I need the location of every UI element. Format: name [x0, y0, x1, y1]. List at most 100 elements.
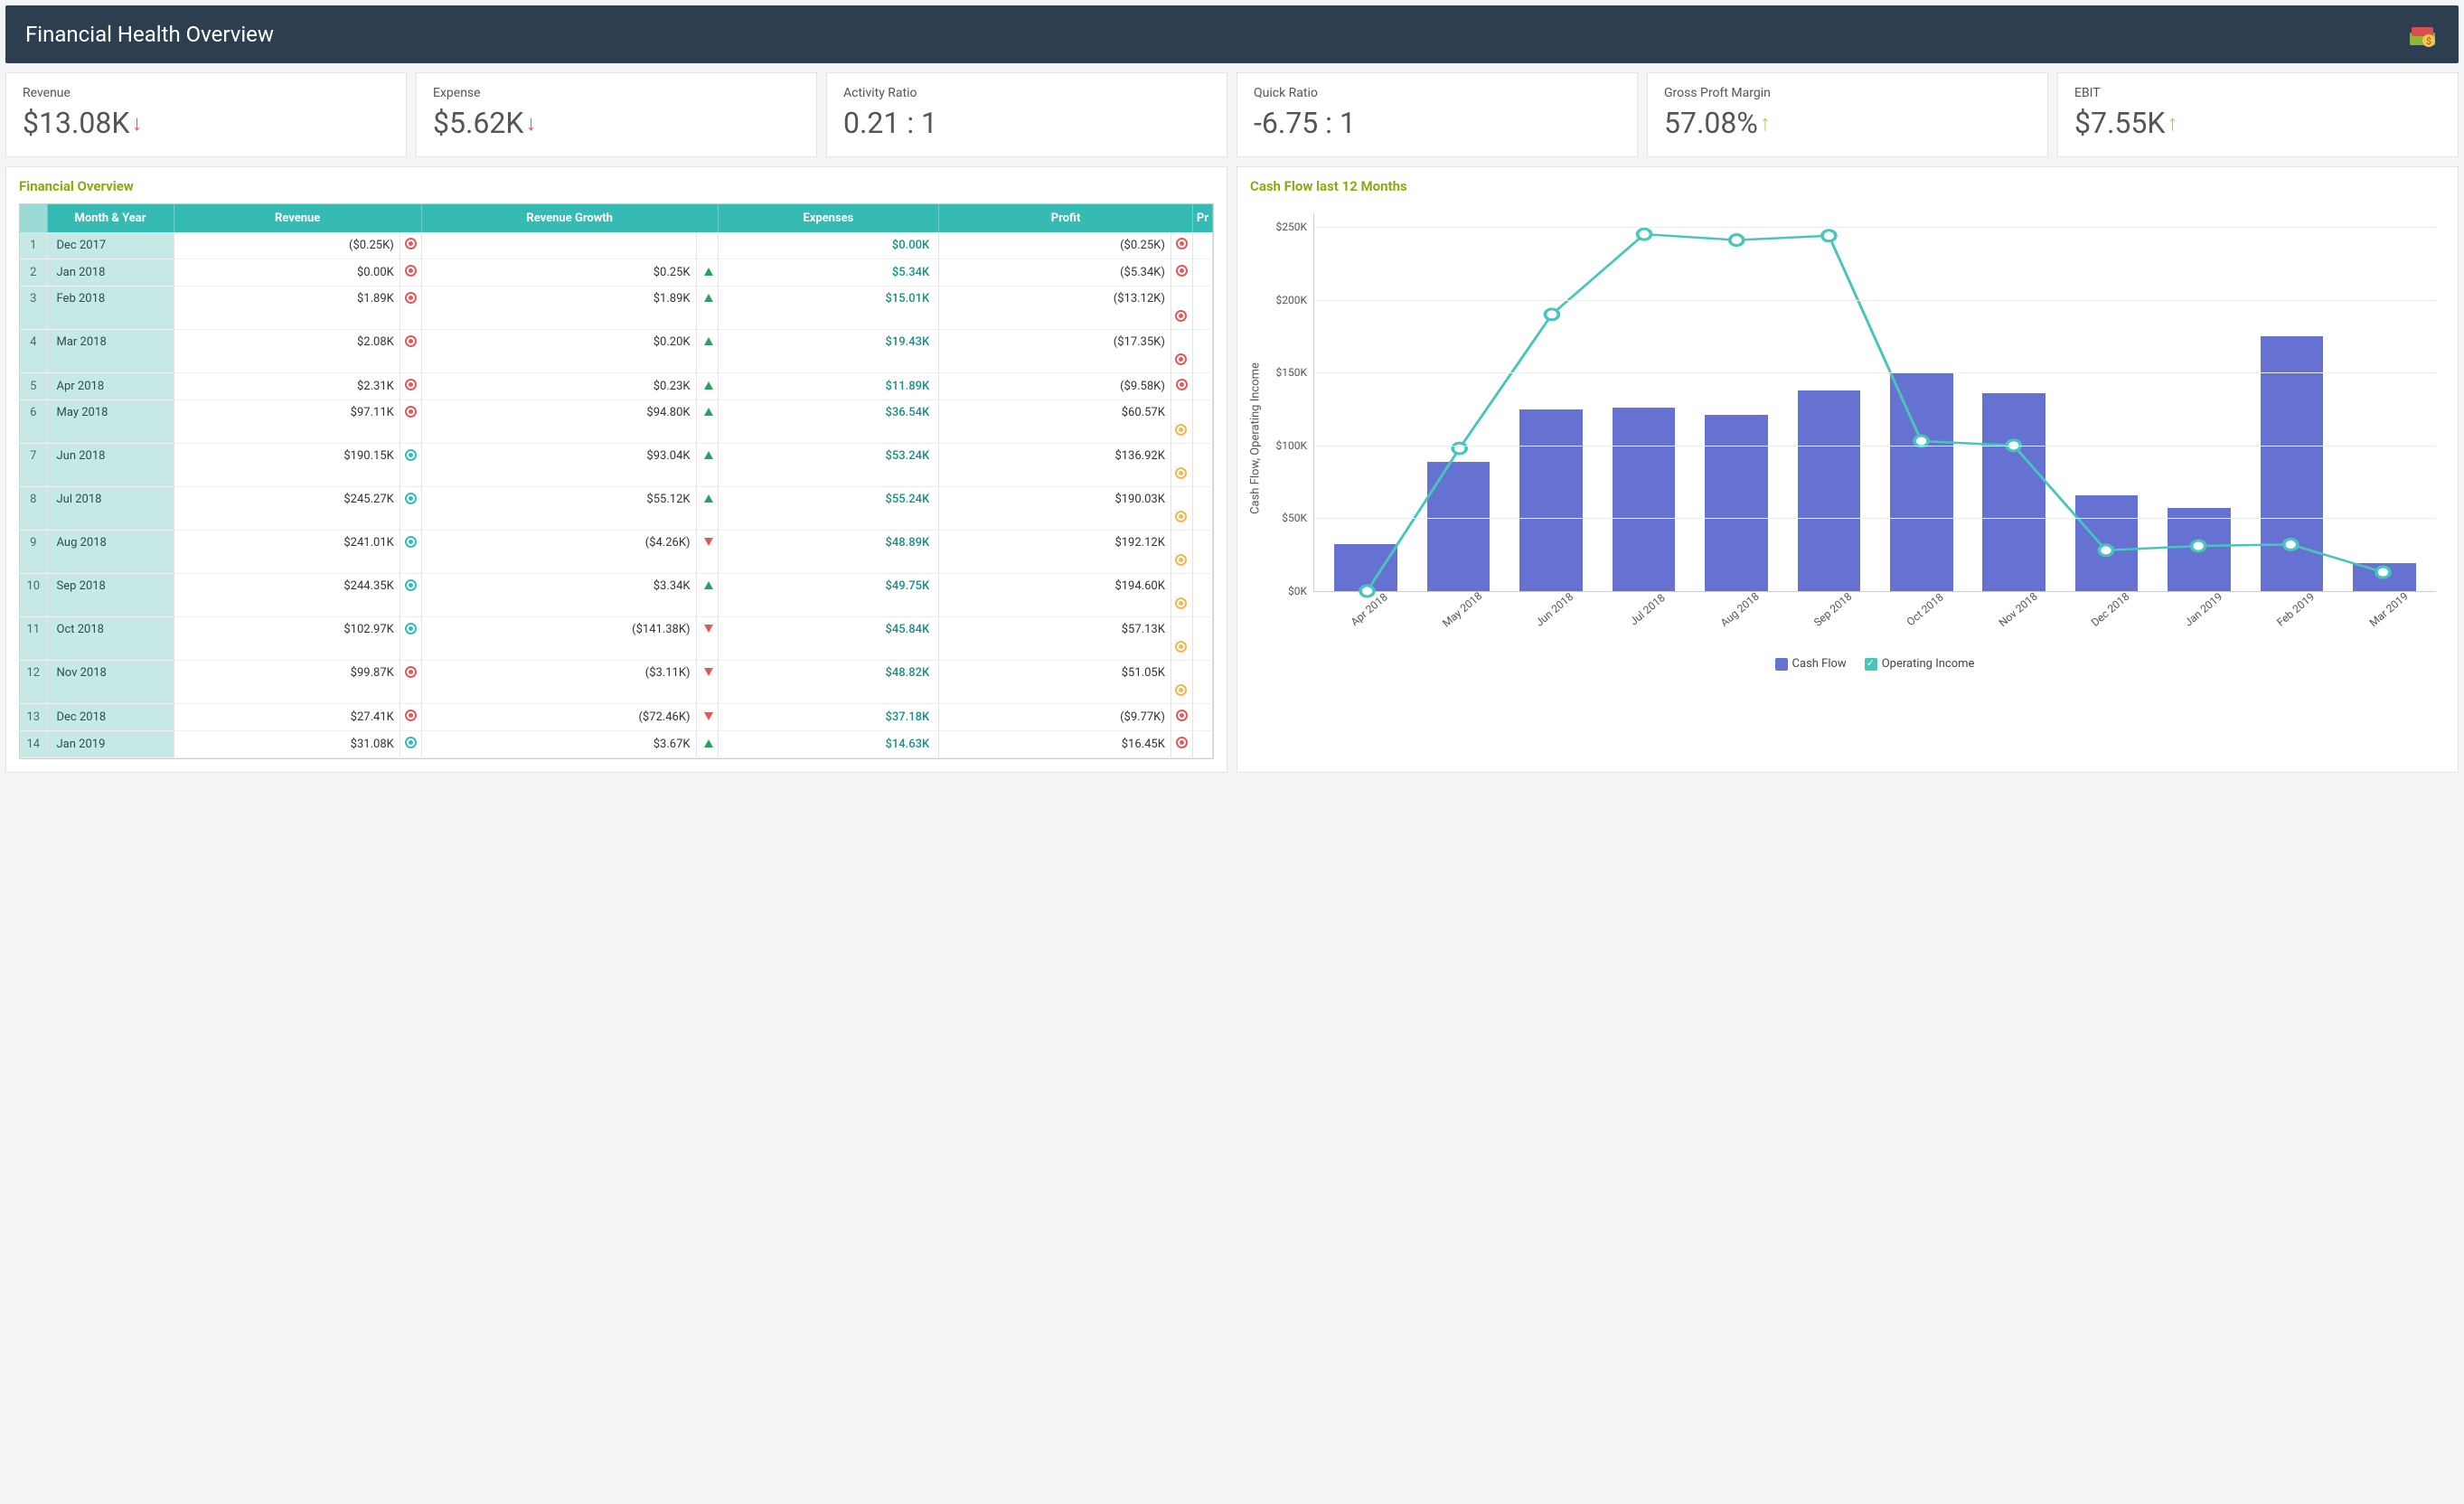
- row-number: 10: [20, 574, 47, 617]
- legend-item-cash-flow[interactable]: Cash Flow: [1775, 657, 1847, 671]
- cell-cutoff: [1192, 400, 1212, 444]
- triangle-down-icon: [704, 538, 713, 546]
- table-row[interactable]: 4Mar 2018$2.08K$0.20K$19.43K($17.35K): [20, 330, 1213, 373]
- revenue-indicator: [400, 287, 421, 330]
- col-header[interactable]: Pr: [1192, 204, 1212, 232]
- growth-direction: [696, 704, 718, 731]
- chart-plot-area: $0K$50K$100K$150K$200K$250K: [1313, 212, 2436, 592]
- cash-flow-chart[interactable]: Cash Flow, Operating Income $0K$50K$100K…: [1250, 203, 2445, 673]
- table-row[interactable]: 11Oct 2018$102.97K($141.38K)$45.84K$57.1…: [20, 617, 1213, 661]
- table-row[interactable]: 5Apr 2018$2.31K$0.23K$11.89K($9.58K): [20, 373, 1213, 400]
- indicator-red-icon: [405, 238, 417, 249]
- cell-revenue: $31.08K: [174, 731, 400, 758]
- line-point[interactable]: [1730, 235, 1744, 246]
- kpi-card[interactable]: Activity Ratio0.21 : 1: [826, 72, 1227, 157]
- cell-expenses: $15.01K: [718, 287, 939, 330]
- triangle-up-icon: [704, 581, 713, 589]
- cell-cutoff: [1192, 574, 1212, 617]
- line-point[interactable]: [1822, 230, 1836, 241]
- row-number: 8: [20, 487, 47, 531]
- cell-profit: ($9.77K): [939, 704, 1171, 731]
- app-logo-icon: $: [2406, 18, 2439, 51]
- legend-swatch-line-icon: [1865, 658, 1877, 671]
- kpi-value: -6.75 : 1: [1254, 106, 1621, 140]
- y-axis-label: Cash Flow, Operating Income: [1249, 362, 1263, 514]
- table-row[interactable]: 13Dec 2018$27.41K($72.46K)$37.18K($9.77K…: [20, 704, 1213, 731]
- cell-revenue: $2.08K: [174, 330, 400, 373]
- kpi-card[interactable]: Revenue$13.08K↓: [5, 72, 407, 157]
- line-point[interactable]: [2376, 567, 2390, 578]
- col-header[interactable]: Profit: [939, 204, 1193, 232]
- kpi-card[interactable]: Expense$5.62K↓: [416, 72, 817, 157]
- cell-profit: $60.57K: [939, 400, 1171, 444]
- indicator-red-icon: [405, 710, 417, 721]
- cell-profit: ($5.34K): [939, 259, 1171, 287]
- line-point[interactable]: [1638, 229, 1651, 240]
- indicator-green-icon: [405, 737, 417, 748]
- kpi-card[interactable]: EBIT$7.55K↑: [2057, 72, 2459, 157]
- cell-growth: ($4.26K): [421, 531, 696, 574]
- cell-growth: $0.20K: [421, 330, 696, 373]
- cell-revenue: ($0.25K): [174, 232, 400, 259]
- col-header-rownum[interactable]: [20, 204, 47, 232]
- cell-month: Apr 2018: [47, 373, 174, 400]
- cell-growth: $0.25K: [421, 259, 696, 287]
- line-point[interactable]: [2192, 540, 2205, 551]
- cell-revenue: $245.27K: [174, 487, 400, 531]
- cell-profit: $57.13K: [939, 617, 1171, 661]
- growth-direction: [696, 531, 718, 574]
- svg-text:$: $: [2426, 35, 2431, 47]
- trend-down-icon: ↓: [525, 110, 536, 136]
- kpi-card[interactable]: Gross Proft Margin57.08%↑: [1647, 72, 2048, 157]
- table-row[interactable]: 10Sep 2018$244.35K$3.34K$49.75K$194.60K: [20, 574, 1213, 617]
- table-row[interactable]: 14Jan 2019$31.08K$3.67K$14.63K$16.45K: [20, 731, 1213, 758]
- table-row[interactable]: 12Nov 2018$99.87K($3.11K)$48.82K$51.05K: [20, 661, 1213, 704]
- line-point[interactable]: [1360, 586, 1374, 597]
- line-point[interactable]: [2284, 539, 2298, 550]
- triangle-up-icon: [704, 381, 713, 390]
- cash-flow-panel: Cash Flow last 12 Months Cash Flow, Oper…: [1237, 166, 2459, 773]
- kpi-card[interactable]: Quick Ratio-6.75 : 1: [1237, 72, 1638, 157]
- line-point[interactable]: [1545, 309, 1558, 320]
- cell-month: May 2018: [47, 400, 174, 444]
- indicator-red-icon: [1176, 737, 1188, 748]
- cell-growth: ($3.11K): [421, 661, 696, 704]
- grid-line: [1314, 372, 2436, 373]
- cell-revenue: $99.87K: [174, 661, 400, 704]
- col-header[interactable]: Revenue Growth: [421, 204, 718, 232]
- cell-profit: $51.05K: [939, 661, 1171, 704]
- cell-month: Jan 2018: [47, 259, 174, 287]
- profit-indicator: [1171, 661, 1192, 704]
- table-row[interactable]: 8Jul 2018$245.27K$55.12K$55.24K$190.03K: [20, 487, 1213, 531]
- table-row[interactable]: 3Feb 2018$1.89K$1.89K$15.01K($13.12K): [20, 287, 1213, 330]
- legend-item-operating-income[interactable]: Operating Income: [1865, 657, 1975, 671]
- financial-overview-panel: Financial Overview Month & YearRevenueRe…: [5, 166, 1227, 773]
- cell-revenue: $1.89K: [174, 287, 400, 330]
- table-row[interactable]: 9Aug 2018$241.01K($4.26K)$48.89K$192.12K: [20, 531, 1213, 574]
- cell-revenue: $190.15K: [174, 444, 400, 487]
- cell-profit: $190.03K: [939, 487, 1171, 531]
- indicator-red-icon: [1176, 265, 1188, 277]
- grid-line: [1314, 518, 2436, 519]
- col-header[interactable]: Expenses: [718, 204, 939, 232]
- page-title: Financial Health Overview: [25, 22, 274, 47]
- profit-indicator: [1171, 731, 1192, 758]
- table-row[interactable]: 2Jan 2018$0.00K$0.25K$5.34K($5.34K): [20, 259, 1213, 287]
- table-row[interactable]: 1Dec 2017($0.25K)$0.00K($0.25K): [20, 232, 1213, 259]
- line-point[interactable]: [2099, 545, 2112, 556]
- table-row[interactable]: 7Jun 2018$190.15K$93.04K$53.24K$136.92K: [20, 444, 1213, 487]
- kpi-value: $13.08K↓: [23, 106, 390, 140]
- profit-indicator: [1171, 531, 1192, 574]
- kpi-value: 57.08%↑: [1664, 106, 2031, 140]
- col-header[interactable]: Month & Year: [47, 204, 174, 232]
- table-row[interactable]: 6May 2018$97.11K$94.80K$36.54K$60.57K: [20, 400, 1213, 444]
- cell-expenses: $45.84K: [718, 617, 939, 661]
- col-header[interactable]: Revenue: [174, 204, 421, 232]
- cell-profit: ($0.25K): [939, 232, 1171, 259]
- financial-overview-table[interactable]: Month & YearRevenueRevenue GrowthExpense…: [20, 204, 1213, 758]
- line-series[interactable]: [1368, 234, 2384, 591]
- legend-swatch-bar-icon: [1775, 658, 1788, 671]
- cell-cutoff: [1192, 444, 1212, 487]
- cell-expenses: $36.54K: [718, 400, 939, 444]
- chart-legend: Cash Flow Operating Income: [1313, 657, 2436, 671]
